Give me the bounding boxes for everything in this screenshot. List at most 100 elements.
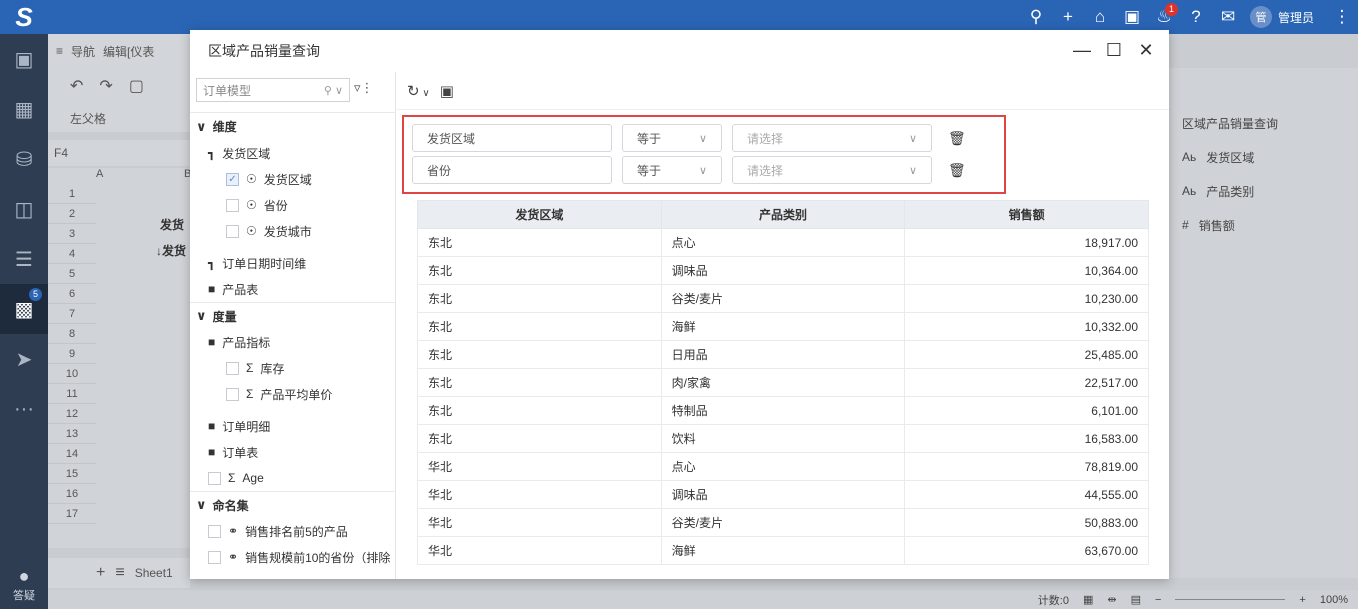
cell-b3[interactable]: ↓发货 [156,242,186,259]
tree-item[interactable]: Σ 产品平均单价 [190,381,396,407]
search-icon[interactable]: ⚲ ∨ [324,84,343,97]
trash-icon[interactable]: 🗑 [948,130,966,147]
cell-b2[interactable]: 发货 [160,216,184,233]
fit-icon[interactable]: ⇹ [1107,593,1116,606]
checkbox[interactable] [226,198,239,212]
checkbox[interactable]: ✓ [226,172,239,186]
grid-icon[interactable]: ▦ [0,84,48,134]
tree-item[interactable]: ⚭ 销售规模前10的省份（排除 [190,544,396,570]
sheet-list-icon[interactable]: ≡ [115,564,124,582]
trash-icon[interactable]: 🗑 [948,162,966,179]
row-label[interactable]: 14 [48,444,96,464]
monitor-icon[interactable]: ▣ [0,34,48,84]
measure-section[interactable]: ∨ 度量 [190,302,396,329]
tree-item[interactable]: ⚭ 销售排名前5的产品 [190,518,396,544]
row-label[interactable]: 15 [48,464,96,484]
row-label[interactable]: 8 [48,324,96,344]
database-icon[interactable]: ⛁ [0,134,48,184]
preview-icon[interactable]: ▢ [129,76,144,96]
page-view-icon[interactable]: ▤ [1131,593,1141,606]
zoom-slider[interactable] [1175,599,1286,600]
close-icon[interactable]: ✕ [1135,40,1157,61]
filter-field[interactable]: 发货区域 [412,124,612,152]
tree-item[interactable]: ☉ 省份 [190,192,396,218]
checkbox[interactable] [208,471,221,485]
help-icon[interactable]: ? [1180,7,1212,27]
row-label[interactable]: 13 [48,424,96,444]
tab-edit[interactable]: 编辑[仪表 [103,43,154,60]
tree-item[interactable]: Σ 库存 [190,355,396,381]
user-name[interactable]: 管理员 [1278,9,1314,26]
help-button[interactable]: ● 答疑 [0,566,48,603]
table-row[interactable]: 东北 调味品 10,364.00 [417,256,1149,285]
table-row[interactable]: 华北 谷类/麦片 50,883.00 [417,508,1149,537]
filter-value[interactable]: 请选择 ∨ [732,156,932,184]
rp-item[interactable]: Aь 产品类别 [1168,174,1358,208]
table-row[interactable]: 华北 点心 78,819.00 [417,452,1149,481]
sheet-tab[interactable]: Sheet1 [135,566,173,580]
rp-item[interactable]: Aь 发货区域 [1168,140,1358,174]
refresh-icon[interactable]: ↻ ∨ [407,82,430,100]
more-icon[interactable]: ⋮ [1326,7,1358,27]
col-header[interactable]: 产品类别 [660,200,906,229]
checkbox[interactable] [208,550,221,564]
row-label[interactable]: 11 [48,384,96,404]
table-row[interactable]: 东北 海鲜 10,332.00 [417,312,1149,341]
cell-ref[interactable]: F4 [48,140,190,166]
row-label[interactable]: 1 [48,184,96,204]
zoom-in-icon[interactable]: + [1299,594,1305,606]
app-logo[interactable]: S [0,0,48,34]
send-icon[interactable]: ➤ [0,334,48,384]
tree-item[interactable]: ■ 产品指标 [190,329,396,355]
rp-item[interactable]: # 销售额 [1168,208,1358,242]
save-icon[interactable]: ▣ [440,82,454,100]
row-label[interactable]: 3 [48,224,96,244]
checkbox[interactable] [226,387,239,401]
filter-field[interactable]: 省份 [412,156,612,184]
tree-item[interactable]: ■ 订单明细 [190,413,396,439]
rp-title[interactable]: 区域产品销量查询 [1168,106,1358,140]
table-row[interactable]: 华北 海鲜 63,670.00 [417,536,1149,565]
table-row[interactable]: 东北 点心 18,917.00 [417,228,1149,257]
table-row[interactable]: 华北 调味品 44,555.00 [417,480,1149,509]
tabs-icon[interactable]: ≡ [56,44,63,58]
named-set-section[interactable]: ∨ 命名集 [190,491,396,518]
more-dots-icon[interactable]: ··· [0,384,48,434]
filter-icon[interactable]: ▿⋮ [354,80,374,96]
add-sheet-icon[interactable]: + [96,564,105,582]
avatar[interactable]: 管 [1249,6,1272,28]
minimize-icon[interactable]: — [1071,40,1093,61]
filter-operator[interactable]: 等于 ∨ [622,124,722,152]
tree-item[interactable]: ■ 产品表 [190,276,396,302]
collapse-icon[interactable]: ∨ [196,308,207,324]
tree-item[interactable]: ┓ 订单日期时间维 [190,250,396,276]
home-icon[interactable]: ⌂ [1084,7,1116,27]
search-icon[interactable]: ⚲ [1020,7,1052,27]
row-label[interactable]: 16 [48,484,96,504]
row-label[interactable]: 6 [48,284,96,304]
tree-item[interactable]: ☉ 发货城市 [190,218,396,244]
row-label[interactable]: 9 [48,344,96,364]
col-header[interactable]: 销售额 [904,200,1149,229]
bell-icon[interactable]: ♨ 1 [1148,3,1180,27]
table-row[interactable]: 东北 谷类/麦片 10,230.00 [417,284,1149,313]
table-row[interactable]: 东北 饮料 16,583.00 [417,424,1149,453]
grid-view-icon[interactable]: ▦ [1083,593,1093,606]
tree-item[interactable]: Σ Age [190,465,396,491]
checkbox[interactable] [226,361,239,375]
table-row[interactable]: 东北 肉/家禽 22,517.00 [417,368,1149,397]
briefcase-icon[interactable]: ▣ [1116,7,1148,27]
tab-nav[interactable]: 导航 [71,43,95,60]
col-header[interactable]: 发货区域 [417,200,662,229]
model-select[interactable]: 订单模型 ⚲ ∨ [196,78,350,102]
table-row[interactable]: 东北 日用品 25,485.00 [417,340,1149,369]
row-label[interactable]: 7 [48,304,96,324]
checkbox[interactable] [226,224,239,238]
row-label[interactable]: 17 [48,504,96,524]
tree-item[interactable]: ■ 订单表 [190,439,396,465]
redo-icon[interactable]: ↷ [99,76,112,96]
layers-icon[interactable]: ☰ [0,234,48,284]
filter-operator[interactable]: 等于 ∨ [622,156,722,184]
chat-icon[interactable]: ✉ [1212,7,1244,27]
chart-icon[interactable]: ▩ 5 [0,284,48,334]
